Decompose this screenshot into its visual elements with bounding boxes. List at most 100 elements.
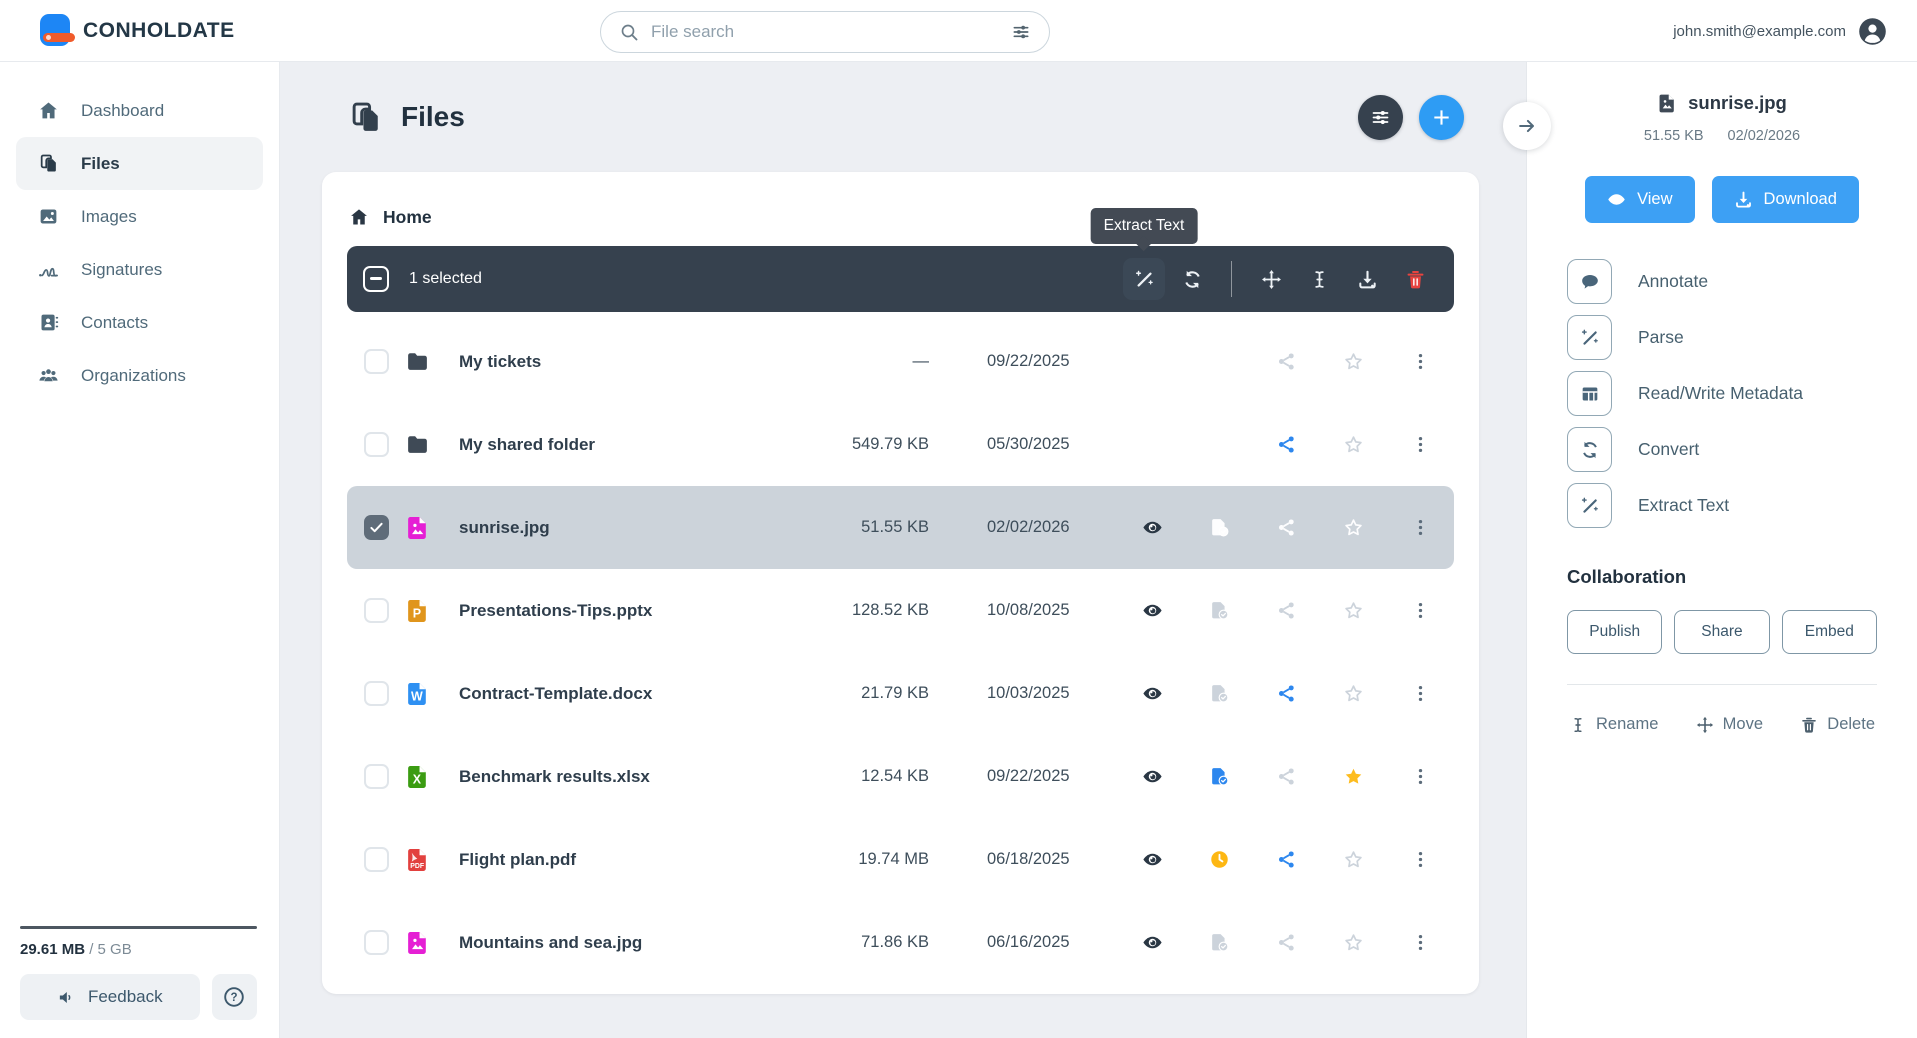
search-filter-sliders-icon[interactable] [1011, 22, 1031, 42]
delete-action[interactable]: Delete [1800, 715, 1875, 734]
star-icon-favorited[interactable] [1334, 757, 1374, 797]
file-row[interactable]: Contract-Template.docx 21.79 KB 10/03/20… [347, 652, 1454, 735]
row-menu-kebab-icon[interactable] [1401, 425, 1441, 465]
star-icon[interactable] [1334, 342, 1374, 382]
file-row[interactable]: My shared folder 549.79 KB 05/30/2025 [347, 403, 1454, 486]
star-icon[interactable] [1334, 425, 1374, 465]
row-checkbox-checked[interactable] [364, 515, 389, 540]
share-icon[interactable] [1267, 425, 1307, 465]
rename-button[interactable] [1298, 258, 1340, 300]
move-action[interactable]: Move [1696, 715, 1763, 734]
sidebar-item-signatures[interactable]: Signatures [16, 243, 263, 296]
file-row-selected[interactable]: sunrise.jpg 51.55 KB 02/02/2026 [347, 486, 1454, 569]
preview-eye-icon[interactable] [1133, 923, 1173, 963]
brand-logo[interactable]: CONHOLDATE [40, 14, 235, 47]
sidebar-item-images[interactable]: Images [16, 190, 263, 243]
extract-text-button[interactable]: Extract Text [1123, 258, 1165, 300]
add-new-button[interactable] [1419, 95, 1464, 140]
preview-eye-icon[interactable] [1133, 674, 1173, 714]
share-icon[interactable] [1267, 923, 1307, 963]
user-box[interactable]: john.smith@example.com [1673, 0, 1887, 62]
annotate-action[interactable]: Annotate [1567, 259, 1877, 304]
row-menu-kebab-icon[interactable] [1401, 508, 1441, 548]
file-row[interactable]: Mountains and sea.jpg 71.86 KB 06/16/202… [347, 901, 1454, 984]
row-menu-kebab-icon[interactable] [1401, 342, 1441, 382]
file-name[interactable]: My tickets [459, 352, 799, 372]
extract-text-action[interactable]: Extract Text [1567, 483, 1877, 528]
doc-status-icon[interactable] [1200, 508, 1240, 548]
file-row[interactable]: Benchmark results.xlsx 12.54 KB 09/22/20… [347, 735, 1454, 818]
search-input[interactable] [651, 22, 999, 42]
share-icon[interactable] [1267, 508, 1307, 548]
row-menu-kebab-icon[interactable] [1401, 840, 1441, 880]
row-menu-kebab-icon[interactable] [1401, 591, 1441, 631]
row-checkbox[interactable] [364, 764, 389, 789]
move-button[interactable] [1250, 258, 1292, 300]
star-icon[interactable] [1334, 923, 1374, 963]
preview-eye-icon[interactable] [1133, 591, 1173, 631]
view-settings-button[interactable] [1358, 95, 1403, 140]
row-menu-kebab-icon[interactable] [1401, 923, 1441, 963]
share-button[interactable]: Share [1674, 610, 1769, 654]
file-name[interactable]: sunrise.jpg [459, 518, 799, 538]
row-checkbox[interactable] [364, 681, 389, 706]
help-button[interactable] [212, 974, 257, 1020]
search-bar[interactable] [600, 11, 1050, 53]
delete-button[interactable] [1394, 258, 1436, 300]
row-checkbox[interactable] [364, 847, 389, 872]
parse-action[interactable]: Parse [1567, 315, 1877, 360]
convert-button[interactable] [1171, 258, 1213, 300]
doc-status-icon[interactable] [1200, 591, 1240, 631]
sidebar-item-files[interactable]: Files [16, 137, 263, 190]
file-name[interactable]: Mountains and sea.jpg [459, 933, 799, 953]
metadata-action[interactable]: Read/Write Metadata [1567, 371, 1877, 416]
preview-eye-icon[interactable] [1133, 840, 1173, 880]
share-icon[interactable] [1267, 591, 1307, 631]
clock-status-icon[interactable] [1200, 840, 1240, 880]
preview-eye-icon[interactable] [1133, 757, 1173, 797]
share-icon[interactable] [1267, 840, 1307, 880]
sidebar-item-contacts[interactable]: Contacts [16, 296, 263, 349]
row-checkbox[interactable] [364, 432, 389, 457]
row-checkbox[interactable] [364, 349, 389, 374]
star-icon[interactable] [1334, 508, 1374, 548]
file-name[interactable]: Flight plan.pdf [459, 850, 799, 870]
publish-button[interactable]: Publish [1567, 610, 1662, 654]
user-avatar-icon[interactable] [1858, 17, 1887, 46]
collapse-panel-button[interactable] [1503, 102, 1551, 150]
file-name[interactable]: Benchmark results.xlsx [459, 767, 799, 787]
row-checkbox[interactable] [364, 930, 389, 955]
file-row[interactable]: My tickets — 09/22/2025 [347, 320, 1454, 403]
file-row[interactable]: Flight plan.pdf 19.74 MB 06/18/2025 [347, 818, 1454, 901]
breadcrumb[interactable]: Home [347, 188, 1454, 246]
preview-eye-icon[interactable] [1133, 508, 1173, 548]
row-checkbox[interactable] [364, 598, 389, 623]
file-name[interactable]: Presentations-Tips.pptx [459, 601, 799, 621]
file-name[interactable]: My shared folder [459, 435, 799, 455]
star-icon[interactable] [1334, 840, 1374, 880]
share-icon[interactable] [1267, 342, 1307, 382]
share-icon[interactable] [1267, 674, 1307, 714]
star-icon[interactable] [1334, 674, 1374, 714]
row-menu-kebab-icon[interactable] [1401, 674, 1441, 714]
sidebar-item-organizations[interactable]: Organizations [16, 349, 263, 402]
feedback-button[interactable]: Feedback [20, 974, 200, 1020]
share-icon[interactable] [1267, 757, 1307, 797]
embed-button[interactable]: Embed [1782, 610, 1877, 654]
action-label: Annotate [1638, 271, 1708, 292]
file-row[interactable]: Presentations-Tips.pptx 128.52 KB 10/08/… [347, 569, 1454, 652]
view-button[interactable]: View [1585, 176, 1694, 223]
doc-status-icon[interactable] [1200, 757, 1240, 797]
file-name[interactable]: Contract-Template.docx [459, 684, 799, 704]
rename-action[interactable]: Rename [1569, 715, 1658, 734]
convert-action[interactable]: Convert [1567, 427, 1877, 472]
star-icon[interactable] [1334, 591, 1374, 631]
row-menu-kebab-icon[interactable] [1401, 757, 1441, 797]
download-button[interactable]: Download [1712, 176, 1859, 223]
doc-status-icon[interactable] [1200, 923, 1240, 963]
eye-icon [1607, 190, 1626, 209]
doc-status-icon[interactable] [1200, 674, 1240, 714]
sidebar-item-dashboard[interactable]: Dashboard [16, 84, 263, 137]
download-button[interactable] [1346, 258, 1388, 300]
select-all-checkbox[interactable] [363, 266, 389, 292]
